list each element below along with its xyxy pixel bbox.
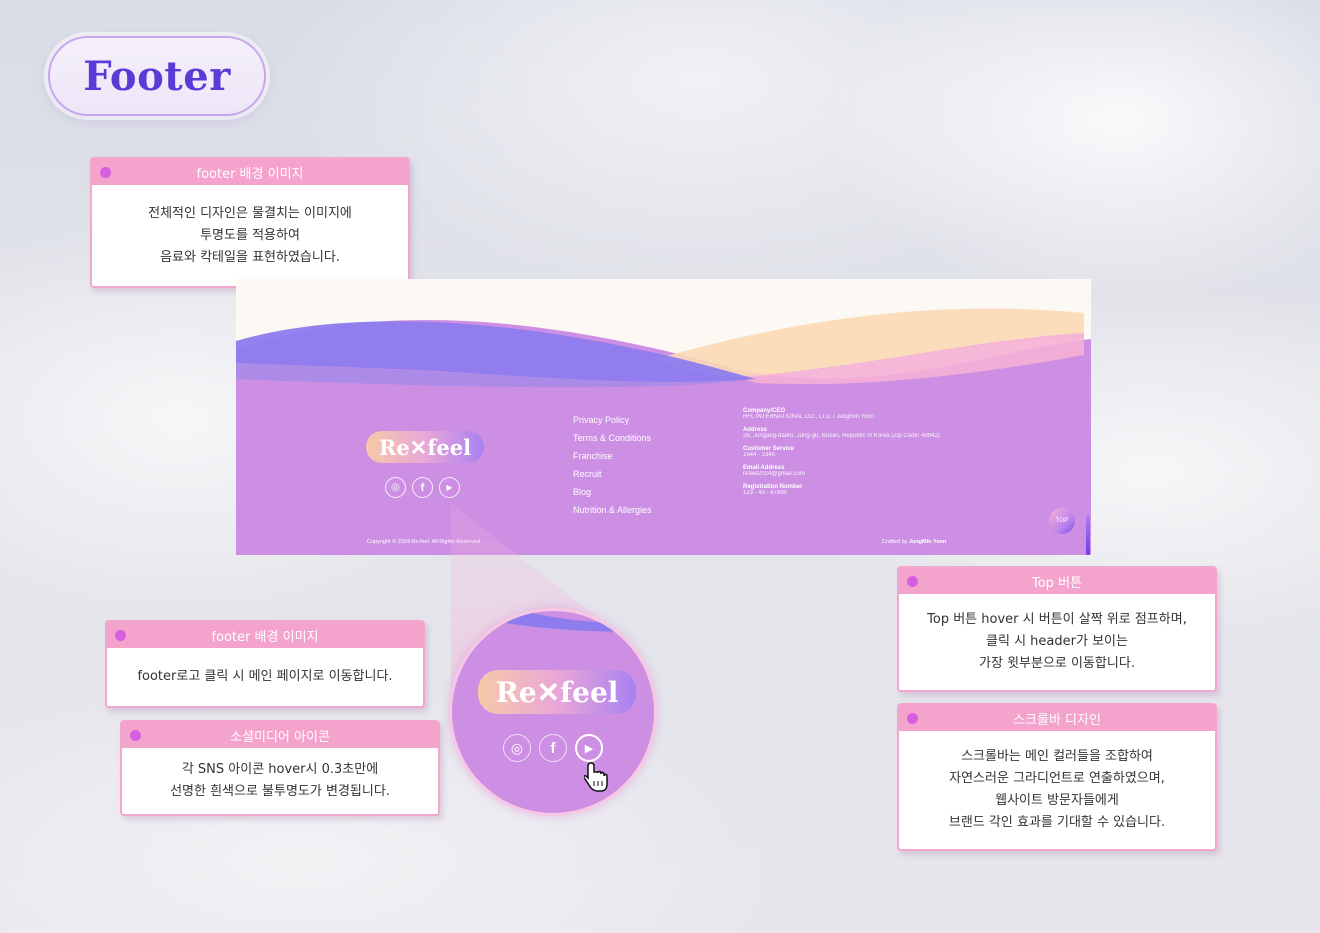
card-title: 소셜미디어 아이콘 [230,729,330,745]
card-header: Top 버튼 [899,568,1215,594]
youtube-icon[interactable]: ▶ [575,734,603,762]
card-line: 자연스러운 그라디언트로 연출하였으며, [949,771,1165,786]
header-dot [115,630,126,641]
zoomed-logo-text: Re✕feel [495,675,619,709]
card-line: 가장 윗부분으로 이동합니다. [979,656,1135,671]
annotation-card-sns: 소셜미디어 아이콘 각 SNS 아이콘 hover시 0.3초만에 선명한 흰색… [120,720,440,816]
zoomed-sns-icons: ◎ f ▶ [503,734,603,762]
card-header: footer 배경 이미지 [107,622,423,648]
card-body: footer로고 클릭 시 메인 페이지로 이동합니다. [107,648,423,706]
hand-cursor-icon [584,762,608,792]
annotation-card-logo: footer 배경 이미지 footer로고 클릭 시 메인 페이지로 이동합니… [105,620,425,708]
zoomed-logo[interactable]: Re✕feel [478,670,636,714]
annotation-card-scrollbar: 스크롤바 디자인 스크롤바는 메인 컬러들을 조합하여 자연스러운 그라디언트로… [897,703,1217,851]
card-line: Top 버튼 hover 시 버튼이 살짝 위로 점프하며, [927,612,1187,627]
header-dot [907,576,918,587]
header-dot [130,730,141,741]
card-line: 웹사이트 방문자들에게 [995,793,1119,808]
header-dot [907,713,918,724]
card-line: 선명한 흰색으로 불투명도가 변경됩니다. [170,784,390,799]
annotation-card-top-button: Top 버튼 Top 버튼 hover 시 버튼이 살짝 위로 점프하며, 클릭… [897,566,1217,692]
card-line: 클릭 시 header가 보이는 [986,634,1128,649]
instagram-icon[interactable]: ◎ [503,734,531,762]
card-title: 스크롤바 디자인 [1013,712,1101,728]
card-line: 스크롤바는 메인 컬러들을 조합하여 [961,749,1153,764]
card-body: Top 버튼 hover 시 버튼이 살짝 위로 점프하며, 클릭 시 head… [899,594,1215,690]
card-line: 각 SNS 아이콘 hover시 0.3초만에 [181,762,379,777]
facebook-icon[interactable]: f [539,734,567,762]
card-header: 스크롤바 디자인 [899,705,1215,731]
card-line: footer로고 클릭 시 메인 페이지로 이동합니다. [137,669,393,684]
card-body: 각 SNS 아이콘 hover시 0.3초만에 선명한 흰색으로 불투명도가 변… [122,748,438,814]
card-header: 소셜미디어 아이콘 [122,722,438,748]
card-line: 브랜드 각인 효과를 기대할 수 있습니다. [948,815,1166,830]
card-title: footer 배경 이미지 [211,629,319,645]
card-title: Top 버튼 [1032,575,1082,591]
card-body: 스크롤바는 메인 컬러들을 조합하여 자연스러운 그라디언트로 연출하였으며, … [899,731,1215,849]
zoom-magnifier: Re✕feel ◎ f ▶ [449,608,657,816]
